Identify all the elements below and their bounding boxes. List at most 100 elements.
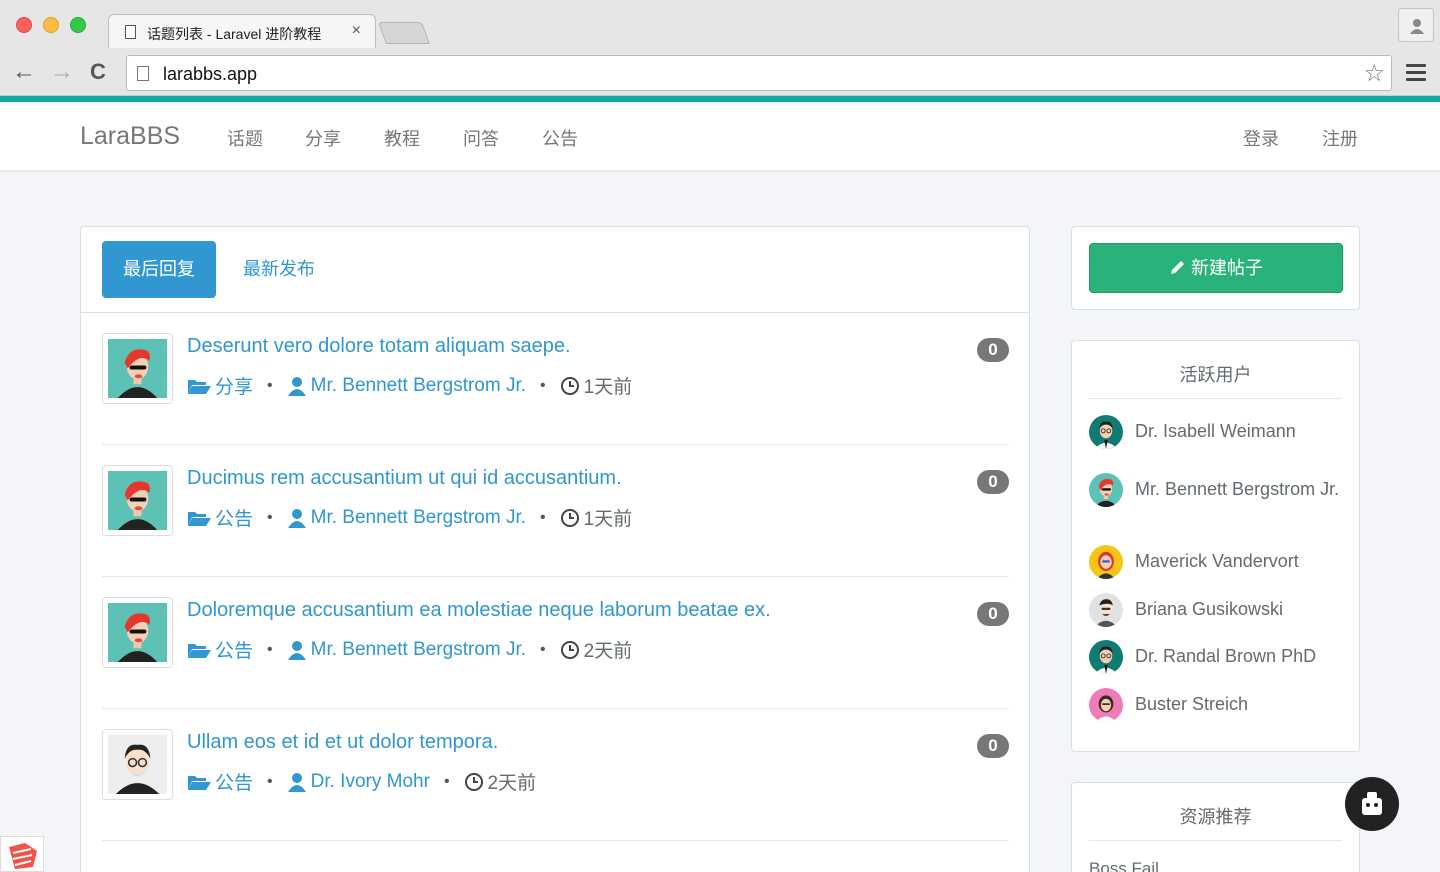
close-window-button[interactable] (16, 17, 32, 33)
meta-separator: • (540, 640, 546, 658)
topic-category[interactable]: 分享 (215, 372, 253, 399)
topic-title[interactable]: Doloremque accusantium ea molestiae nequ… (187, 599, 771, 622)
reply-count-badge: 0 (977, 338, 1009, 362)
active-user-item[interactable]: Maverick Vandervort (1089, 544, 1345, 579)
author-avatar[interactable] (102, 465, 173, 536)
new-post-card: 新建帖子 (1071, 226, 1360, 310)
user-avatar (1089, 472, 1123, 507)
topic-category[interactable]: 公告 (215, 636, 253, 663)
topic-meta: 公告 • Dr. Ivory Mohr • 2天前 (187, 768, 536, 795)
nav-link-qa[interactable]: 问答 (463, 125, 499, 151)
active-user-item[interactable]: Dr. Isabell Weimann (1089, 414, 1345, 449)
topic-time: 1天前 (583, 377, 633, 398)
active-users-card: 活跃用户 Dr. Isabell Weimann Mr. Bennett Berg… (1071, 340, 1360, 752)
resources-card: 资源推荐 Boss Fail (1071, 782, 1360, 872)
sort-tabs: 最后回复 最新发布 (81, 227, 1029, 313)
topic-title[interactable]: Deserunt vero dolore totam aliquam saepe… (187, 335, 571, 358)
laravel-logo-icon[interactable] (0, 836, 44, 872)
topic-time: 2天前 (487, 773, 537, 794)
tab-last-reply[interactable]: 最后回复 (102, 241, 216, 298)
browser-tab[interactable]: 话题列表 - Laravel 进阶教程 × (108, 14, 376, 48)
meta-separator: • (267, 772, 273, 790)
clock-icon (560, 640, 579, 659)
user-avatar (1089, 592, 1123, 627)
user-name: Buster Streich (1135, 694, 1249, 714)
active-user-item[interactable]: Briana Gusikowski (1089, 592, 1345, 627)
tab-close-icon[interactable]: × (352, 22, 361, 40)
active-user-item[interactable]: Buster Streich (1089, 687, 1345, 722)
author-avatar[interactable] (102, 729, 173, 800)
user-icon (287, 508, 306, 528)
user-avatar (1089, 544, 1123, 579)
user-avatar (1089, 639, 1123, 674)
nav-link-tutorial[interactable]: 教程 (384, 125, 420, 151)
brand-logo[interactable]: LaraBBS (80, 122, 180, 151)
address-bar[interactable]: larabbs.app ☆ (126, 55, 1392, 91)
author-avatar[interactable] (102, 597, 173, 668)
folder-open-icon (188, 775, 211, 790)
meta-separator: • (540, 376, 546, 394)
back-button[interactable]: ← (12, 60, 36, 84)
robot-icon (1362, 792, 1382, 815)
user-name: Briana Gusikowski (1135, 599, 1284, 619)
topic-author[interactable]: Dr. Ivory Mohr (311, 771, 430, 793)
reply-count-badge: 0 (977, 734, 1009, 758)
forward-button[interactable]: → (50, 60, 74, 84)
document-icon (125, 25, 136, 39)
topic-title[interactable]: Ducimus rem accusantium ut qui id accusa… (187, 467, 622, 490)
reply-count-badge: 0 (977, 470, 1009, 494)
user-name: Dr. Randal Brown PhD (1135, 646, 1317, 666)
profile-button[interactable] (1398, 8, 1434, 42)
resources-title: 资源推荐 (1089, 783, 1342, 841)
topic-author[interactable]: Mr. Bennett Bergstrom Jr. (311, 639, 526, 661)
url-text: larabbs.app (163, 64, 258, 84)
topic-item: Ducimus rem accusantium ut qui id accusa… (102, 445, 1009, 577)
tab-latest[interactable]: 最新发布 (222, 241, 336, 298)
active-user-item[interactable]: Mr. Bennett Bergstrom Jr. (1089, 472, 1345, 507)
nav-link-share[interactable]: 分享 (305, 125, 341, 151)
topic-meta: 公告 • Mr. Bennett Bergstrom Jr. • 1天前 (187, 504, 632, 531)
site-navbar: LaraBBS 话题 分享 教程 问答 公告 登录 注册 (0, 102, 1440, 170)
topic-category[interactable]: 公告 (215, 504, 253, 531)
bookmark-star-icon[interactable]: ☆ (1363, 59, 1385, 88)
browser-menu-icon[interactable] (1406, 64, 1426, 85)
new-post-button[interactable]: 新建帖子 (1089, 243, 1343, 293)
meta-separator: • (267, 640, 273, 658)
active-user-item[interactable]: Dr. Randal Brown PhD (1089, 639, 1345, 674)
topic-author[interactable]: Mr. Bennett Bergstrom Jr. (311, 507, 526, 529)
topic-time: 1天前 (583, 509, 633, 530)
user-avatar (1089, 414, 1123, 449)
nav-link-topics[interactable]: 话题 (227, 125, 263, 151)
topic-item: Deserunt vero dolore totam aliquam saepe… (102, 313, 1009, 445)
user-icon (287, 640, 306, 660)
minimize-window-button[interactable] (43, 17, 59, 33)
folder-open-icon (188, 379, 211, 394)
topic-time: 2天前 (583, 641, 633, 662)
active-users-title: 活跃用户 (1089, 341, 1342, 399)
new-tab-button[interactable] (377, 22, 431, 44)
user-icon (287, 772, 306, 792)
clock-icon (560, 508, 579, 527)
nav-link-announcement[interactable]: 公告 (542, 125, 578, 151)
meta-separator: • (540, 508, 546, 526)
meta-separator: • (267, 376, 273, 394)
clock-icon (560, 376, 579, 395)
user-name: Mr. Bennett Bergstrom Jr. (1135, 479, 1340, 499)
pencil-icon (1171, 261, 1184, 274)
maximize-window-button[interactable] (70, 17, 86, 33)
author-avatar[interactable] (102, 333, 173, 404)
topic-item: Doloremque accusantium ea molestiae nequ… (102, 577, 1009, 709)
login-link[interactable]: 登录 (1243, 125, 1279, 151)
resource-link[interactable]: Boss Fail (1089, 859, 1159, 872)
user-icon (287, 376, 306, 396)
topic-category[interactable]: 公告 (215, 768, 253, 795)
topic-title[interactable]: Ullam eos et id et ut dolor tempora. (187, 731, 498, 754)
user-name: Dr. Isabell Weimann (1135, 421, 1296, 441)
reply-count-badge: 0 (977, 602, 1009, 626)
browser-chrome: 话题列表 - Laravel 进阶教程 × ← → C larabbs.app … (0, 0, 1440, 96)
meta-separator: • (443, 772, 450, 790)
reload-button[interactable]: C (90, 60, 106, 84)
register-link[interactable]: 注册 (1322, 125, 1358, 151)
floating-debug-button[interactable] (1345, 777, 1399, 831)
topic-author[interactable]: Mr. Bennett Bergstrom Jr. (311, 375, 526, 397)
